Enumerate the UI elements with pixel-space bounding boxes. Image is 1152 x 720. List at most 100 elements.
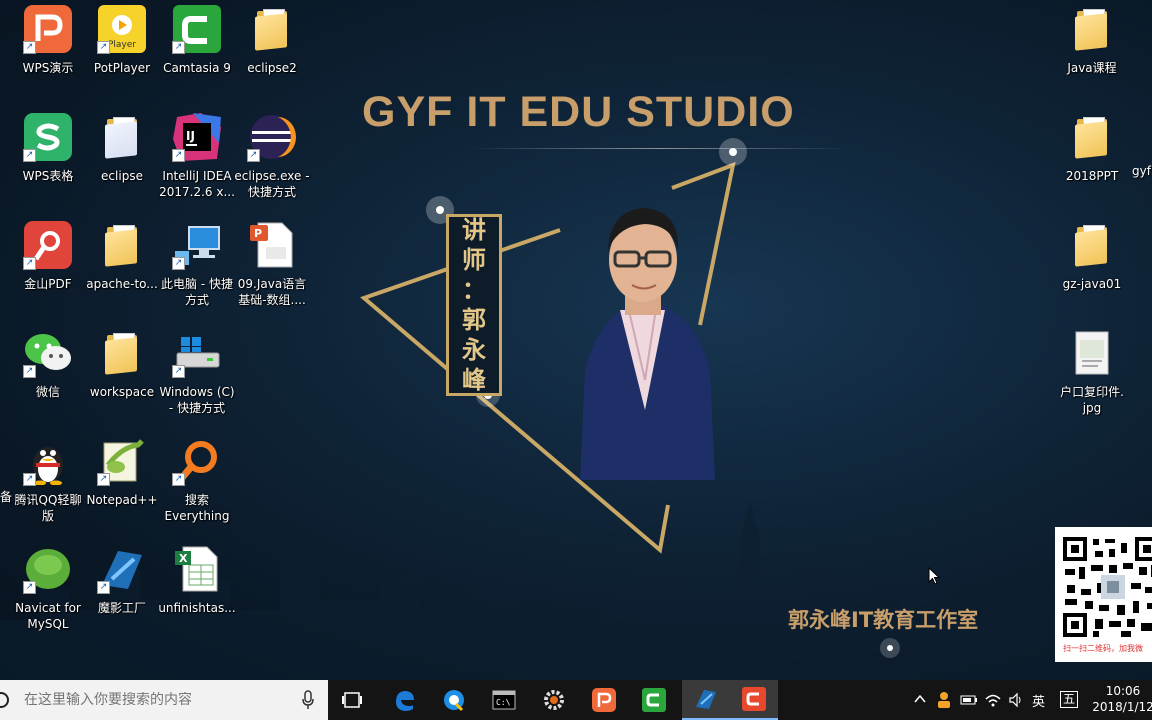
folder-icon bbox=[97, 220, 147, 270]
desktop: GYF IT EDU STUDIO 讲 师 ： 郭 永 峰 郭永峰IT教育工作室 bbox=[0, 0, 1152, 680]
taskbar-camtasia-button[interactable] bbox=[630, 680, 678, 720]
desktop-icon-eclipse2[interactable]: eclipse2 bbox=[232, 4, 312, 76]
shortcut-arrow-icon: ↗ bbox=[23, 365, 36, 378]
folder-icon bbox=[1067, 4, 1117, 54]
desktop-icon-this-pc[interactable]: ↗ 此电脑 - 快捷 方式 bbox=[157, 220, 237, 308]
desktop-icon-label: 微信 bbox=[35, 385, 60, 399]
offscreen-icon-label: 备 bbox=[0, 490, 13, 504]
desktop-icon-wechat[interactable]: ↗ 微信 bbox=[8, 328, 88, 400]
navicat-icon: ↗ bbox=[23, 544, 73, 594]
desktop-icon-java-array[interactable]: P 09.Java语言 基础-数组.... bbox=[232, 220, 312, 308]
eclipse-icon: ↗ bbox=[247, 112, 297, 162]
desktop-icon-label: 09.Java语言 基础-数组.... bbox=[237, 277, 307, 307]
plaque-char: ： bbox=[462, 275, 486, 304]
desktop-icon-java-course[interactable]: Java课程 bbox=[1052, 4, 1132, 76]
desktop-icon-wps-present[interactable]: ↗ WPS演示 bbox=[8, 4, 88, 76]
taskbar-moying-button[interactable] bbox=[682, 680, 730, 720]
desktop-icon-unfinished[interactable]: X unfinishtas... bbox=[157, 544, 237, 616]
desktop-icon-apache[interactable]: apache-to... bbox=[82, 220, 162, 292]
ime-mode-indicator[interactable]: 五 bbox=[1060, 691, 1079, 708]
moying-factory-icon bbox=[696, 690, 716, 709]
qr-caption: 扫一扫二维码，加我微 bbox=[1063, 644, 1143, 653]
folder-icon bbox=[97, 328, 147, 378]
wps-present-icon bbox=[592, 688, 616, 712]
plaque-char: 永 bbox=[462, 335, 486, 364]
desktop-icon-label: eclipse2 bbox=[247, 61, 297, 75]
task-view-icon bbox=[342, 692, 362, 708]
taskbar-search-input[interactable] bbox=[24, 692, 328, 708]
microphone-icon[interactable] bbox=[302, 690, 314, 710]
people-tray-icon[interactable] bbox=[936, 691, 952, 709]
notepadpp-icon: ↗ bbox=[97, 436, 147, 486]
desktop-icon-label: Java课程 bbox=[1067, 61, 1117, 75]
desktop-icon-intellij[interactable]: IJ ↗ IntelliJ IDEA 2017.2.6 x... bbox=[157, 112, 237, 200]
desktop-icon-eclipse-exe[interactable]: ↗ eclipse.exe - 快捷方式 bbox=[232, 112, 312, 200]
shortcut-arrow-icon: ↗ bbox=[23, 473, 36, 486]
excel-file-icon: X bbox=[172, 544, 222, 594]
everything-search-icon: ↗ bbox=[172, 436, 222, 486]
svg-text:IJ: IJ bbox=[186, 129, 195, 143]
desktop-icon-everything[interactable]: ↗ 搜索 Everything bbox=[157, 436, 237, 524]
qq-penguin-icon: ↗ bbox=[23, 436, 73, 486]
desktop-icon-label: 2018PPT bbox=[1065, 169, 1119, 183]
folder-icon bbox=[1067, 112, 1117, 162]
plaque-char: 师 bbox=[462, 245, 486, 274]
potplayer-icon: Player ↗ bbox=[97, 4, 147, 54]
desktop-icon-label: Notepad++ bbox=[86, 493, 158, 507]
desktop-icon-camtasia[interactable]: ↗ Camtasia 9 bbox=[157, 4, 237, 76]
taskbar-settings-button[interactable] bbox=[530, 680, 578, 720]
volume-icon[interactable] bbox=[1008, 692, 1024, 708]
taskbar-cmd-button[interactable]: C:\ bbox=[480, 680, 528, 720]
desktop-icon-potplayer[interactable]: Player ↗ PotPlayer bbox=[82, 4, 162, 76]
qq-browser-icon bbox=[444, 690, 464, 712]
edge-icon bbox=[396, 691, 414, 711]
shortcut-arrow-icon: ↗ bbox=[23, 149, 36, 162]
camtasia-icon: ↗ bbox=[172, 4, 222, 54]
desktop-icon-notepadpp[interactable]: ↗ Notepad++ bbox=[82, 436, 162, 508]
desktop-icon-jinshan-pdf[interactable]: ↗ 金山PDF bbox=[8, 220, 88, 292]
shortcut-arrow-icon: ↗ bbox=[23, 581, 36, 594]
battery-tray-icon[interactable] bbox=[960, 693, 978, 707]
mouse-pointer-icon bbox=[928, 567, 940, 585]
taskbar-camtasia-recorder-button[interactable] bbox=[730, 680, 778, 720]
desktop-icon-hukou[interactable]: 户口复印件. jpg bbox=[1052, 328, 1132, 416]
qr-code-image bbox=[1061, 535, 1152, 640]
taskbar-edge-button[interactable] bbox=[380, 680, 428, 720]
taskbar-wps-present-button[interactable] bbox=[580, 680, 628, 720]
desktop-icon-label: Windows (C) - 快捷方式 bbox=[159, 385, 235, 415]
clock-time: 10:06 bbox=[1105, 684, 1141, 698]
desktop-icon-eclipse[interactable]: eclipse bbox=[82, 112, 162, 184]
desktop-icon-ppt2018[interactable]: 2018PPT bbox=[1052, 112, 1132, 184]
folder-icon bbox=[1067, 220, 1117, 270]
desktop-icon-navicat[interactable]: ↗ Navicat for MySQL bbox=[8, 544, 88, 632]
taskbar-search-box[interactable] bbox=[0, 680, 328, 720]
taskbar-qq-browser-button[interactable] bbox=[430, 680, 478, 720]
desktop-icon-workspace[interactable]: workspace bbox=[82, 328, 162, 400]
chevron-up-icon[interactable] bbox=[914, 694, 926, 704]
teacher-portrait bbox=[580, 208, 715, 480]
wifi-icon[interactable] bbox=[984, 692, 1002, 708]
desktop-icon-moying[interactable]: ↗ 魔影工厂 bbox=[82, 544, 162, 616]
taskbar-clock[interactable]: 10:06 2018/1/12 bbox=[1088, 683, 1152, 715]
wechat-icon: ↗ bbox=[23, 328, 73, 378]
desktop-icon-label: 户口复印件. jpg bbox=[1060, 385, 1124, 415]
desktop-icon-label: 腾讯QQ轻聊 版 bbox=[14, 493, 82, 523]
desktop-icon-windows-c[interactable]: ↗ Windows (C) - 快捷方式 bbox=[157, 328, 237, 416]
desktop-icon-gz-java[interactable]: gz-java01 bbox=[1052, 220, 1132, 292]
command-prompt-icon: C:\ bbox=[492, 690, 516, 710]
desktop-icon-label: WPS演示 bbox=[22, 61, 74, 75]
desktop-icon-wps-sheet[interactable]: ↗ WPS表格 bbox=[8, 112, 88, 184]
ime-language-indicator[interactable]: 英 bbox=[1032, 691, 1045, 710]
svg-text:P: P bbox=[254, 227, 262, 240]
task-view-button[interactable] bbox=[328, 680, 376, 720]
shortcut-arrow-icon: ↗ bbox=[97, 473, 110, 486]
shortcut-arrow-icon: ↗ bbox=[23, 41, 36, 54]
folder-icon bbox=[97, 112, 147, 162]
desktop-icon-label: eclipse bbox=[101, 169, 143, 183]
desktop-icon-qq[interactable]: ↗ 腾讯QQ轻聊 版 bbox=[8, 436, 88, 524]
desktop-icon-label: WPS表格 bbox=[22, 169, 74, 183]
desktop-icon-label: PotPlayer bbox=[93, 61, 151, 75]
shortcut-arrow-icon: ↗ bbox=[172, 365, 185, 378]
desktop-icon-label: Camtasia 9 bbox=[163, 61, 231, 75]
plaque-char: 讲 bbox=[462, 215, 486, 244]
